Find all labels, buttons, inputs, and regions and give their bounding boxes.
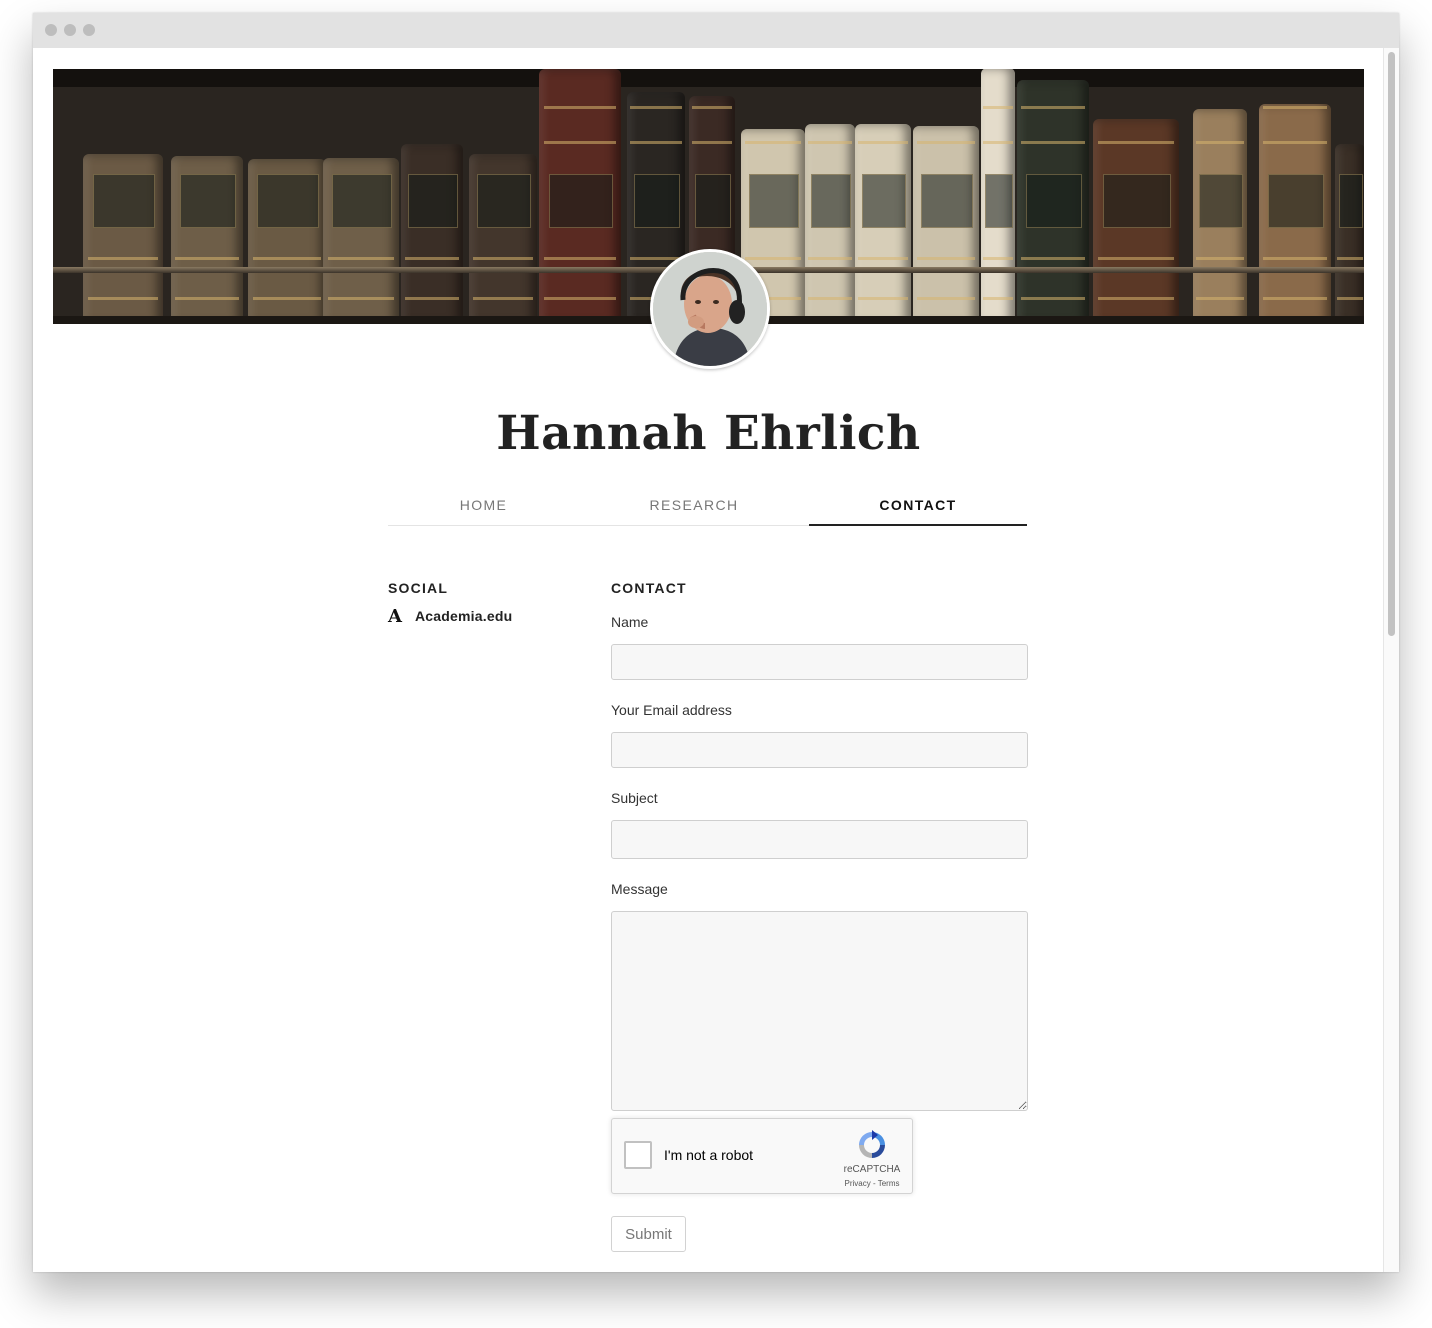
main-nav: HOME RESEARCH CONTACT [388,491,1027,526]
social-link-label: Academia.edu [415,608,513,624]
recaptcha-label: I'm not a robot [664,1147,754,1163]
submit-button[interactable]: Submit [611,1216,686,1252]
subject-field[interactable] [611,820,1028,859]
book-spine [913,126,979,324]
tab-contact[interactable]: CONTACT [809,491,1027,526]
book-spine [323,158,399,324]
email-field[interactable] [611,732,1028,768]
message-label: Message [611,881,668,897]
book-spine [1335,144,1364,324]
page-viewport: Hannah Ehrlich HOME RESEARCH CONTACT SOC… [33,48,1384,1272]
recaptcha-privacy-link[interactable]: Privacy [845,1179,871,1188]
book-spine [1093,119,1179,324]
book-spine [83,154,163,324]
window-maximize-dot[interactable] [83,24,95,36]
tab-research[interactable]: RESEARCH [579,491,809,525]
window-titlebar [33,13,1399,48]
recaptcha-link-separator: - [870,1179,878,1188]
recaptcha-links: Privacy - Terms [834,1179,910,1188]
recaptcha-brand: reCAPTCHA [843,1164,901,1175]
book-spine [401,144,463,324]
email-label: Your Email address [611,702,732,718]
book-spine [1259,104,1331,324]
name-field[interactable] [611,644,1028,680]
window-close-dot[interactable] [45,24,57,36]
tab-home[interactable]: HOME [388,491,579,525]
profile-avatar [650,249,770,369]
vertical-scrollbar[interactable] [1383,48,1399,1272]
book-spine [1193,109,1247,324]
browser-window: Hannah Ehrlich HOME RESEARCH CONTACT SOC… [33,13,1399,1272]
contact-section-title: CONTACT [611,580,687,596]
academia-icon: A [388,605,402,627]
recaptcha-logo-icon [859,1130,885,1158]
book-spine [469,154,537,324]
recaptcha-terms-link[interactable]: Terms [878,1179,900,1188]
book-spine [539,69,621,324]
recaptcha-widget: I'm not a robot reCAPTCHA Privacy - Term… [611,1118,913,1194]
recaptcha-checkbox[interactable] [624,1141,652,1169]
subject-label: Subject [611,790,658,806]
social-section-title: SOCIAL [388,580,449,596]
scrollbar-thumb[interactable] [1388,52,1395,636]
profile-name: Hannah Ehrlich [496,406,921,461]
book-spine [981,69,1015,324]
window-minimize-dot[interactable] [64,24,76,36]
book-spine [1017,80,1089,324]
name-label: Name [611,614,649,630]
book-spine [248,159,326,324]
book-spine [805,124,855,324]
social-link-academia[interactable]: A Academia.edu [388,605,512,627]
book-spine [855,124,911,324]
book-spine [171,156,243,324]
message-field[interactable] [611,911,1028,1111]
